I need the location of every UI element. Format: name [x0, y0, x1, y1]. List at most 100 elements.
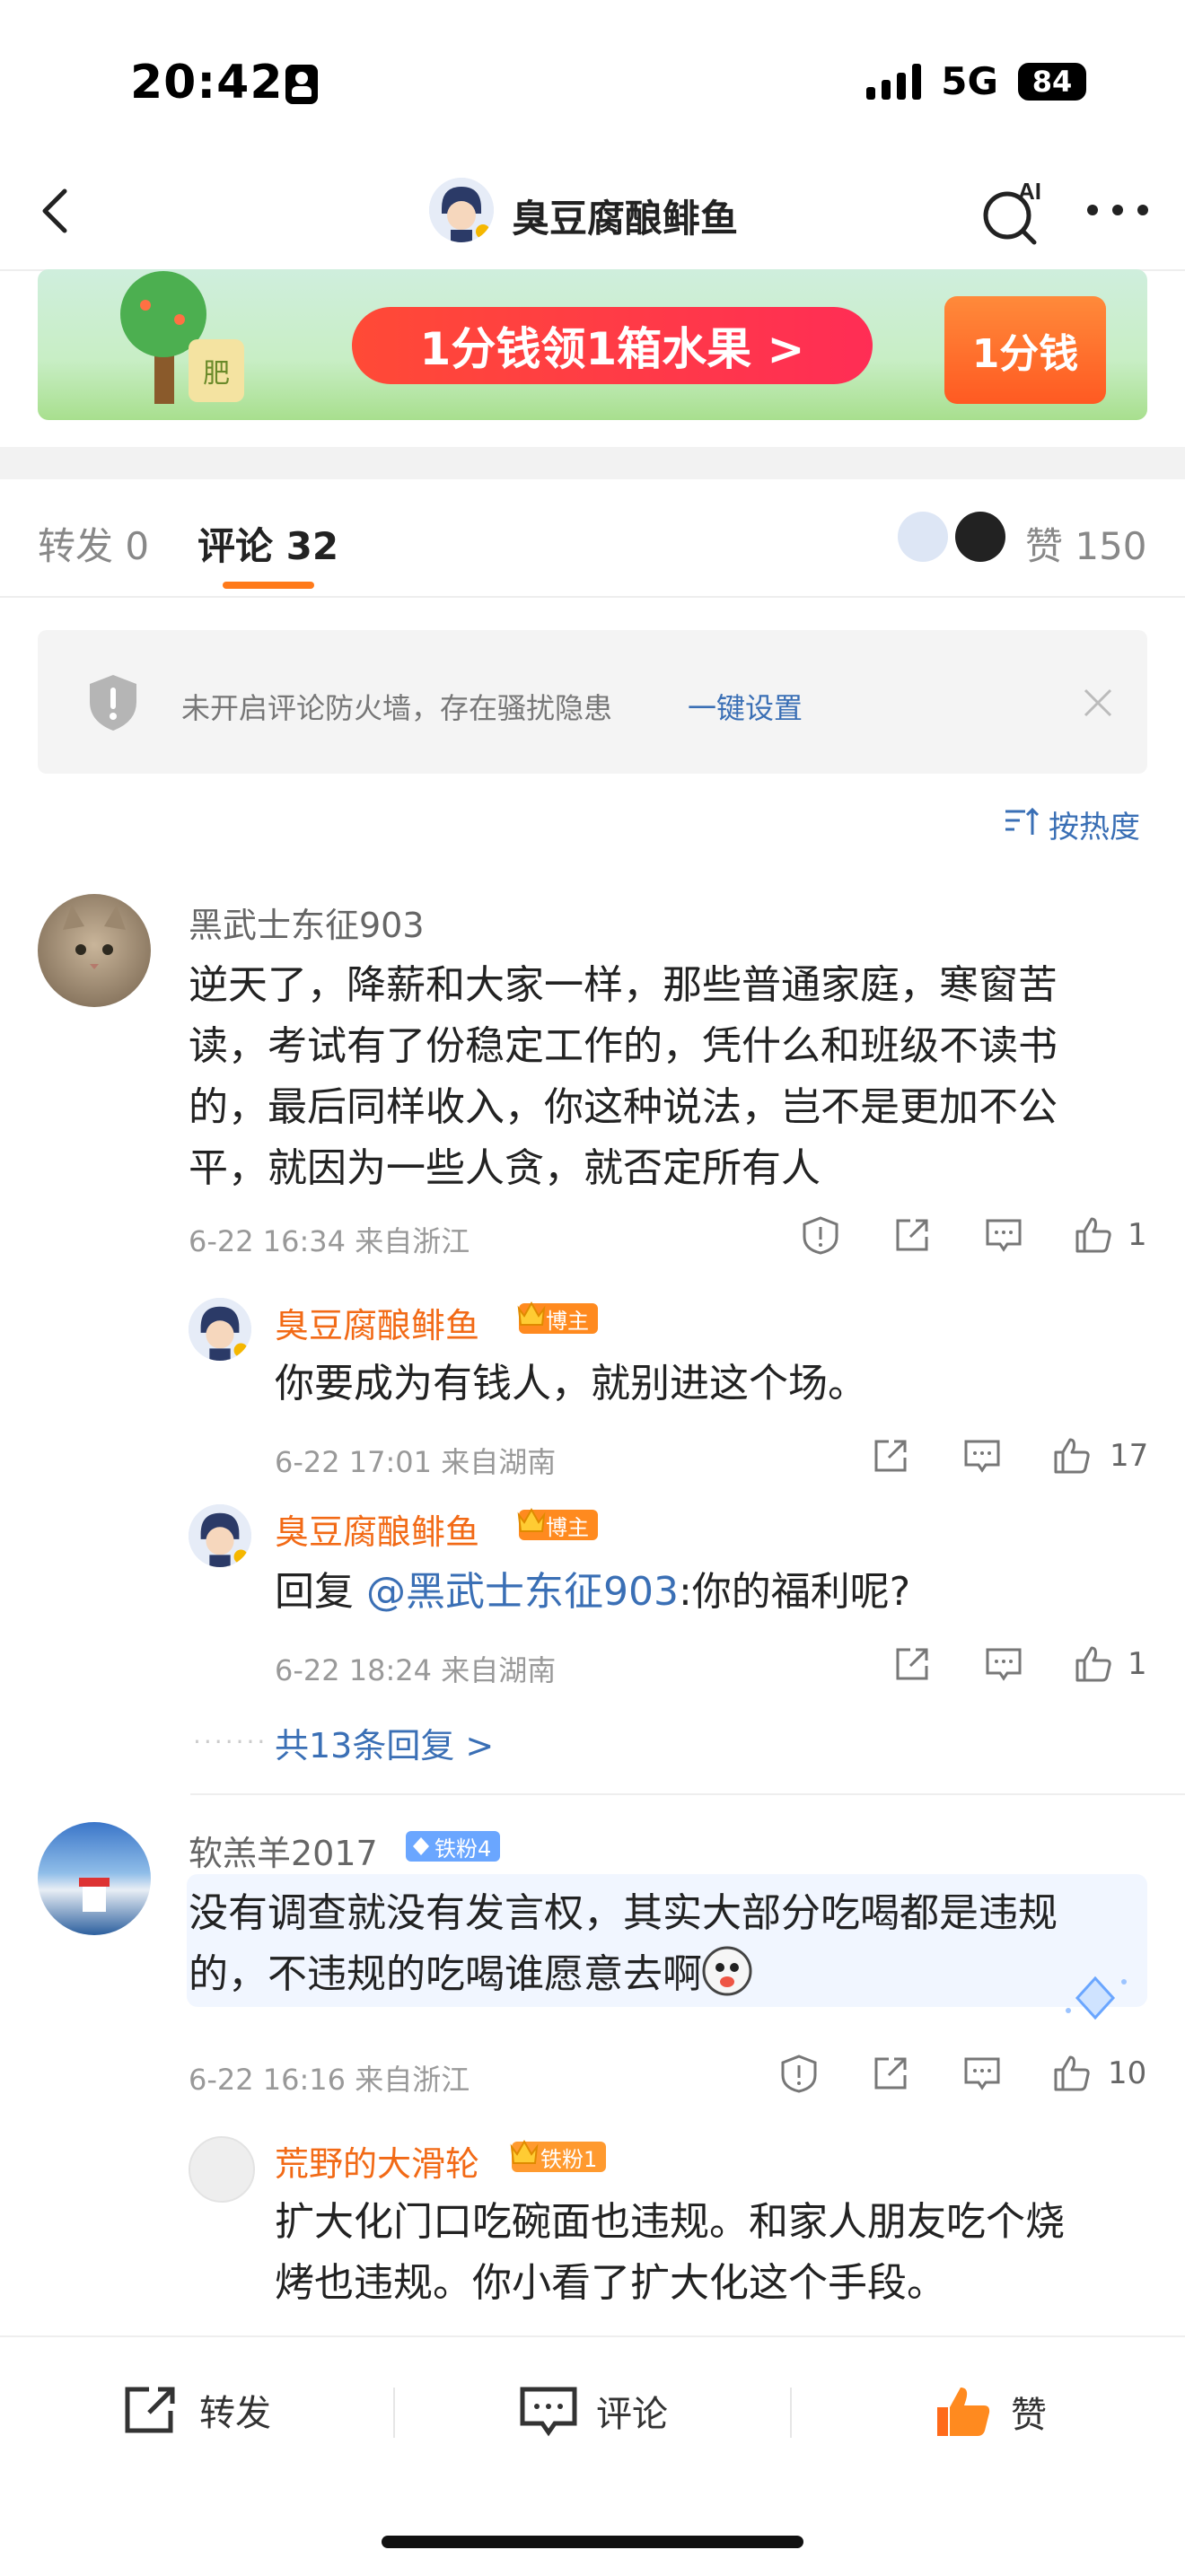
crown-icon — [510, 2139, 539, 2164]
badge-label: 铁粉4 — [434, 1836, 492, 1862]
nav-avatar[interactable] — [429, 178, 494, 242]
fan-badge: 铁粉4 — [406, 1831, 501, 1862]
back-icon[interactable] — [31, 184, 84, 238]
divider — [0, 596, 1185, 598]
separator — [790, 2388, 792, 2438]
tab-active-indicator — [223, 582, 314, 589]
comment-body: 没有调查就没有发言权，其实大部分吃喝都是违规 的，不违规的吃喝谁愿意去啊 — [189, 1883, 1058, 2005]
ai-search-icon[interactable]: AI — [979, 176, 1050, 248]
screen-record-icon — [285, 65, 318, 104]
like-count: 10 — [1108, 2055, 1147, 2091]
like-label: 赞 — [1011, 2395, 1047, 2436]
reply-meta: 6-22 17:01 来自湖南 — [275, 1445, 557, 1479]
status-time: 20:42 — [130, 56, 284, 110]
comment-icon[interactable] — [962, 2054, 1002, 2093]
reply-author[interactable]: 荒野的大滑轮 — [275, 2136, 479, 2186]
banner-cta-button[interactable]: 1分钱领1箱水果 > — [352, 307, 873, 384]
comment-line: 逆天了，降薪和大家一样，那些普通家庭，寒窗苦 — [189, 962, 1058, 1008]
comment-body: 逆天了，降薪和大家一样，那些普通家庭，寒窗苦 读，考试有了份稳定工作的，凭什么和… — [189, 955, 1058, 1199]
comment-meta: 6-22 16:34 来自浙江 — [189, 1224, 470, 1258]
share-icon[interactable] — [871, 2054, 910, 2093]
comment-line: 平，就因为一些人贪，就否定所有人 — [189, 1145, 821, 1191]
more-icon[interactable] — [1082, 199, 1154, 221]
like-icon[interactable] — [1052, 2054, 1092, 2093]
avatar[interactable] — [189, 1504, 251, 1567]
reply-line: 扩大化门口吃碗面也违规。和家人朋友吃个烧 — [275, 2199, 1065, 2245]
comment-line: 没有调查就没有发言权，其实大部分吃喝都是违规 — [189, 1890, 1058, 1936]
reply-line: 烤也违规。你小看了扩大化这个手段。 — [275, 2260, 946, 2306]
liker-avatar[interactable] — [955, 512, 1005, 562]
fan-badge: 铁粉1 — [510, 2139, 607, 2172]
tab-likes[interactable]: 赞 150 — [1025, 516, 1147, 571]
reply-author[interactable]: 臭豆腐酿鲱鱼 — [275, 1504, 479, 1554]
host-badge: 博主 — [517, 1507, 598, 1540]
sort-icon[interactable] — [1004, 806, 1040, 837]
repost-button[interactable]: 转发 — [122, 2384, 271, 2436]
tab-comments[interactable]: 评论 32 — [198, 516, 338, 571]
reply-body: 扩大化门口吃碗面也违规。和家人朋友吃个烧 烤也违规。你小看了扩大化这个手段。 — [275, 2192, 1065, 2314]
avatar[interactable] — [189, 2136, 255, 2203]
share-icon[interactable] — [871, 1436, 910, 1476]
like-button[interactable]: 赞 — [934, 2384, 1047, 2440]
comment-author[interactable]: 软羔羊2017 — [189, 1826, 378, 1875]
like-icon[interactable] — [1074, 1215, 1113, 1255]
comment-label: 评论 — [596, 2394, 668, 2435]
comment-meta: 6-22 16:16 来自浙江 — [189, 2063, 470, 2097]
comment-line: 的，最后同样收入，你这种说法，岂不是更加不公 — [189, 1084, 1058, 1130]
liker-avatar[interactable] — [898, 512, 948, 562]
report-icon[interactable] — [779, 2054, 819, 2093]
diamond-icon — [413, 1837, 429, 1855]
more-replies-link[interactable]: 共13条回复 > — [275, 1718, 494, 1767]
thread-dots: ······· — [193, 1727, 268, 1757]
home-indicator[interactable] — [382, 2536, 803, 2548]
report-icon[interactable] — [801, 1215, 840, 1255]
thumbs-up-icon — [937, 2388, 990, 2436]
comment-icon[interactable] — [962, 1436, 1002, 1476]
reply-prefix: 回复 — [275, 1569, 366, 1615]
comment-icon[interactable] — [984, 1215, 1023, 1255]
like-count: 1 — [1128, 1217, 1147, 1253]
share-icon[interactable] — [892, 1644, 932, 1684]
promo-banner[interactable]: 肥 1分钱领1箱水果 > 1分钱 — [38, 269, 1147, 420]
signal-icon — [866, 63, 922, 100]
host-badge: 博主 — [517, 1301, 598, 1334]
firewall-setup-link[interactable]: 一键设置 — [688, 686, 803, 727]
badge-label: 铁粉1 — [540, 2146, 598, 2172]
firewall-text: 未开启评论防火墙，存在骚扰隐患 — [181, 691, 613, 725]
reply-author[interactable]: 臭豆腐酿鲱鱼 — [275, 1298, 479, 1347]
badge-label: 博主 — [546, 1514, 589, 1540]
battery-icon: 84 — [1018, 62, 1086, 101]
share-icon[interactable] — [892, 1215, 932, 1255]
comment-icon[interactable] — [984, 1644, 1023, 1684]
comment-line: 读，考试有了份稳定工作的，凭什么和班级不读书 — [189, 1023, 1058, 1069]
banner-price-box: 1分钱 — [944, 296, 1106, 404]
tab-repost[interactable]: 转发 0 — [38, 516, 149, 571]
crown-icon — [517, 1301, 546, 1326]
section-gap — [0, 447, 1185, 479]
repost-icon — [125, 2387, 175, 2433]
ai-label: AI — [1018, 178, 1041, 205]
network-type: 5G — [941, 59, 998, 103]
reply-body: 回复 @黑武士东征903:你的福利呢? — [275, 1562, 910, 1623]
comment-line-text: 的，不违规的吃喝谁愿意去啊 — [189, 1951, 702, 1997]
sparkle-icon — [1066, 1976, 1127, 2020]
sort-by-hot[interactable]: 按热度 — [1049, 802, 1140, 846]
like-icon[interactable] — [1074, 1644, 1113, 1684]
mention-link[interactable]: @黑武士东征903 — [366, 1569, 679, 1615]
divider — [190, 1793, 1185, 1795]
comment-button[interactable]: 评论 — [519, 2384, 668, 2438]
status-indicators: 5G 84 — [866, 59, 1086, 103]
reply-text: :你的福利呢? — [678, 1569, 911, 1615]
shield-icon — [90, 675, 136, 731]
like-count: 17 — [1110, 1438, 1149, 1474]
reply-body: 你要成为有钱人，就别进这个场。 — [275, 1361, 867, 1406]
like-icon[interactable] — [1052, 1436, 1092, 1476]
avatar[interactable] — [38, 1822, 151, 1935]
badge-label: 博主 — [546, 1308, 589, 1334]
avatar[interactable] — [189, 1298, 251, 1361]
like-count: 1 — [1128, 1646, 1147, 1682]
avatar[interactable] — [38, 894, 151, 1007]
close-icon[interactable] — [1083, 688, 1113, 718]
comment-author[interactable]: 黑武士东征903 — [189, 898, 425, 947]
separator — [393, 2388, 395, 2438]
